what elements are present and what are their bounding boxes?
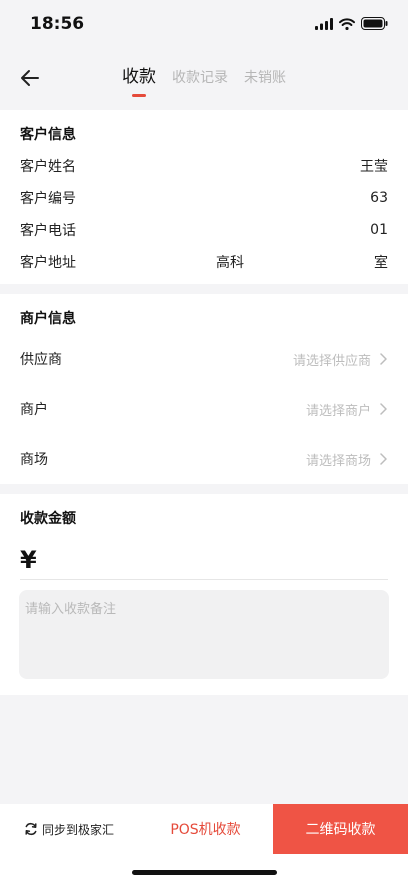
pos-collect-button[interactable]: POS机收款 <box>138 804 273 854</box>
merchant-select[interactable]: 请选择商户 <box>306 400 388 419</box>
customer-section-title: 客户信息 <box>20 127 76 143</box>
chevron-right-icon <box>380 353 387 365</box>
customer-address-row: 客户地址 高科 室 <box>0 246 408 278</box>
wifi-icon <box>339 17 355 30</box>
customer-id-row: 客户编号 63 <box>0 182 408 214</box>
customer-section: 客户信息 客户姓名 王莹 客户编号 63 客户电话 01 客户地址 高科 室 <box>0 110 408 284</box>
battery-icon <box>361 17 388 30</box>
supplier-placeholder: 请选择供应商 <box>292 353 371 369</box>
sync-button[interactable]: 同步到极家汇 <box>0 804 138 854</box>
customer-phone-label: 客户电话 <box>20 223 76 239</box>
customer-id-label: 客户编号 <box>20 191 76 207</box>
merchant-section: 商户信息 供应商 请选择供应商 商户 请选择商户 商场 请选择商场 <box>0 294 408 484</box>
amount-input[interactable]: ¥ <box>20 540 388 580</box>
remark-input[interactable]: 请输入收款备注 <box>19 590 389 679</box>
customer-name-row: 客户姓名 王莹 <box>0 150 408 182</box>
currency-symbol: ¥ <box>20 545 37 574</box>
merchant-section-title: 商户信息 <box>20 311 76 327</box>
nav-bar: 收款 收款记录 未销账 <box>0 48 408 110</box>
supplier-label: 供应商 <box>20 352 62 368</box>
merchant-label: 商户 <box>20 402 48 418</box>
sync-icon <box>25 822 37 836</box>
mall-label: 商场 <box>20 452 48 468</box>
merchant-placeholder: 请选择商户 <box>305 403 371 419</box>
supplier-select[interactable]: 请选择供应商 <box>293 350 388 369</box>
tab-collect[interactable]: 收款 <box>114 62 164 87</box>
tab-collect-records[interactable]: 收款记录 <box>164 67 236 87</box>
supplier-select-row[interactable]: 供应商 请选择供应商 <box>0 334 408 384</box>
customer-name-label: 客户姓名 <box>20 159 76 175</box>
amount-section: 收款金额 ¥ 请输入收款备注 <box>0 494 408 695</box>
signal-icon <box>315 17 333 30</box>
customer-address-value: 室 <box>374 255 388 271</box>
chevron-right-icon <box>380 403 387 415</box>
bottom-action-bar: 同步到极家汇 POS机收款 二维码收款 <box>0 804 408 883</box>
customer-address-middle: 高科 <box>216 255 244 271</box>
status-bar: 18:56 <box>0 0 408 48</box>
customer-phone-row: 客户电话 01 <box>0 214 408 246</box>
status-icons <box>315 17 388 30</box>
mall-select-row[interactable]: 商场 请选择商场 <box>0 434 408 484</box>
tab-unsettled[interactable]: 未销账 <box>236 67 294 87</box>
qr-collect-button[interactable]: 二维码收款 <box>273 804 408 854</box>
sync-label: 同步到极家汇 <box>41 822 114 837</box>
tabs: 收款 收款记录 未销账 <box>0 62 408 87</box>
customer-id-value: 63 <box>370 190 388 206</box>
mall-select[interactable]: 请选择商场 <box>306 450 388 469</box>
status-time: 18:56 <box>30 14 85 34</box>
customer-name-value: 王莹 <box>360 159 388 175</box>
home-indicator <box>132 870 277 875</box>
customer-address-label: 客户地址 <box>20 255 76 271</box>
customer-phone-value: 01 <box>370 222 388 238</box>
remark-placeholder: 请输入收款备注 <box>25 602 117 617</box>
chevron-right-icon <box>380 453 387 465</box>
amount-section-title: 收款金额 <box>20 511 76 527</box>
mall-placeholder: 请选择商场 <box>305 453 371 469</box>
merchant-select-row[interactable]: 商户 请选择商户 <box>0 384 408 434</box>
